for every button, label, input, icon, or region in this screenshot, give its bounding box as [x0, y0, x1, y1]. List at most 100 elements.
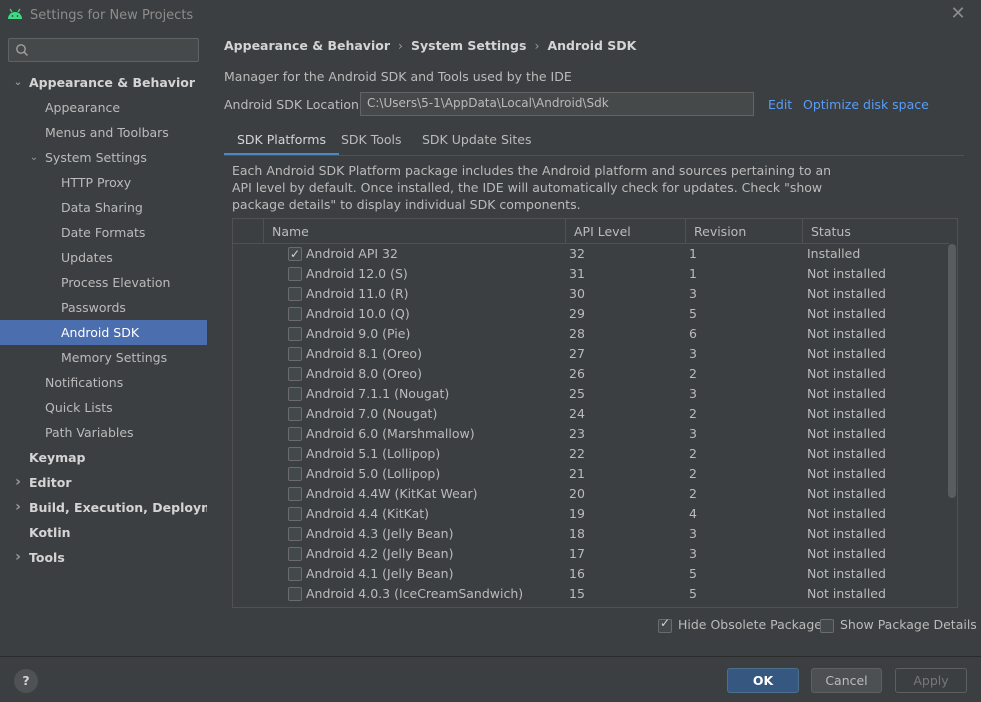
package-name-cell: Android 4.2 (Jelly Bean): [306, 546, 454, 561]
cancel-button[interactable]: Cancel: [811, 668, 882, 693]
sidebar-item[interactable]: Passwords: [0, 295, 207, 320]
table-row[interactable]: Android 4.0.3 (IceCreamSandwich) 15 5 Not i…: [233, 584, 949, 604]
package-checkbox[interactable]: [288, 467, 302, 481]
package-checkbox[interactable]: [288, 567, 302, 581]
table-row[interactable]: Android 11.0 (R) 30 3 Not installed: [233, 284, 949, 304]
column-header-api-level[interactable]: API Level: [565, 219, 685, 244]
package-checkbox[interactable]: [288, 487, 302, 501]
table-row[interactable]: Android 9.0 (Pie) 28 6 Not installed: [233, 324, 949, 344]
package-checkbox[interactable]: [288, 507, 302, 521]
table-row[interactable]: Android 4.4 (KitKat) 19 4 Not installed: [233, 504, 949, 524]
api-level-cell: 25: [569, 386, 585, 401]
tab-sdk-platforms[interactable]: SDK Platforms: [224, 126, 339, 156]
chevron-down-icon[interactable]: ⌄: [28, 145, 40, 170]
search-input[interactable]: [8, 38, 199, 62]
chevron-right-icon: ›: [534, 38, 540, 53]
sidebar-item[interactable]: Process Elevation: [0, 270, 207, 295]
breadcrumb: Appearance & Behavior › System Settings › An…: [224, 38, 636, 53]
revision-cell: 2: [689, 446, 697, 461]
package-checkbox[interactable]: [288, 347, 302, 361]
sidebar-item[interactable]: Keymap: [0, 445, 207, 470]
status-cell: Not installed: [807, 406, 886, 421]
sidebar-item[interactable]: HTTP Proxy: [0, 170, 207, 195]
table-row[interactable]: Android 5.0 (Lollipop) 21 2 Not installed: [233, 464, 949, 484]
column-header-name[interactable]: Name: [263, 219, 565, 244]
table-row[interactable]: Android 4.3 (Jelly Bean) 18 3 Not installed: [233, 524, 949, 544]
chevron-right-icon[interactable]: ›: [12, 495, 24, 520]
close-icon[interactable]: ✕: [948, 4, 968, 24]
tab-sdk-update-sites[interactable]: SDK Update Sites: [409, 126, 545, 156]
sdk-location-field[interactable]: C:\Users\5-1\AppData\Local\Android\Sdk: [360, 92, 754, 116]
package-checkbox[interactable]: [288, 527, 302, 541]
package-checkbox[interactable]: [288, 447, 302, 461]
table-row[interactable]: Android 5.1 (Lollipop) 22 2 Not installed: [233, 444, 949, 464]
chevron-down-icon[interactable]: ⌄: [12, 70, 24, 95]
package-checkbox[interactable]: [288, 367, 302, 381]
table-row[interactable]: Android 4.1 (Jelly Bean) 16 5 Not installed: [233, 564, 949, 584]
package-name-cell: Android 9.0 (Pie): [306, 326, 411, 341]
help-button[interactable]: ?: [14, 669, 38, 693]
package-checkbox[interactable]: [288, 427, 302, 441]
sdk-platforms-table: Name API Level Revision Status Android A…: [232, 218, 958, 608]
package-checkbox[interactable]: [288, 327, 302, 341]
sidebar-item[interactable]: ⌄ System Settings: [0, 145, 207, 170]
sidebar-item[interactable]: ⌄ Appearance & Behavior: [0, 70, 207, 95]
sidebar-item[interactable]: Android SDK: [0, 320, 207, 345]
package-checkbox[interactable]: [288, 244, 302, 264]
table-row[interactable]: Android 10.0 (Q) 29 5 Not installed: [233, 304, 949, 324]
sidebar-item[interactable]: Appearance: [0, 95, 207, 120]
chevron-right-icon[interactable]: ›: [12, 470, 24, 495]
table-row[interactable]: Android 6.0 (Marshmallow) 23 3 Not installe…: [233, 424, 949, 444]
sidebar-item[interactable]: Memory Settings: [0, 345, 207, 370]
sidebar-item[interactable]: Notifications: [0, 370, 207, 395]
package-checkbox[interactable]: [288, 547, 302, 561]
package-checkbox[interactable]: [288, 267, 302, 281]
sidebar-item[interactable]: Menus and Toolbars: [0, 120, 207, 145]
column-header-status[interactable]: Status: [802, 219, 949, 244]
ok-button[interactable]: OK: [727, 668, 799, 693]
package-checkbox[interactable]: [288, 387, 302, 401]
sidebar-item[interactable]: Date Formats: [0, 220, 207, 245]
table-scrollbar[interactable]: [948, 244, 956, 498]
package-checkbox[interactable]: [288, 587, 302, 601]
revision-cell: 3: [689, 386, 697, 401]
status-cell: Not installed: [807, 426, 886, 441]
sidebar-item[interactable]: Updates: [0, 245, 207, 270]
optimize-disk-space-link[interactable]: Optimize disk space: [803, 97, 929, 112]
revision-cell: 3: [689, 426, 697, 441]
tab-sdk-tools[interactable]: SDK Tools: [328, 126, 415, 156]
chevron-right-icon[interactable]: ›: [12, 545, 24, 570]
sidebar-item[interactable]: Data Sharing: [0, 195, 207, 220]
show-details-checkbox[interactable]: [820, 619, 834, 633]
table-row[interactable]: Android 7.0 (Nougat) 24 2 Not installed: [233, 404, 949, 424]
sidebar-item[interactable]: › Build, Execution, Deployment: [0, 495, 237, 520]
sidebar-item[interactable]: Path Variables: [0, 420, 207, 445]
table-row[interactable]: Android 8.0 (Oreo) 26 2 Not installed: [233, 364, 949, 384]
sidebar-item[interactable]: › Editor: [0, 470, 207, 495]
package-name-cell: Android 12.0 (S): [306, 266, 408, 281]
package-checkbox[interactable]: [288, 307, 302, 321]
sidebar-item[interactable]: Kotlin: [0, 520, 207, 545]
status-cell: Not installed: [807, 306, 886, 321]
table-row[interactable]: Android 4.4W (KitKat Wear) 20 2 Not install…: [233, 484, 949, 504]
status-cell: Not installed: [807, 346, 886, 361]
package-checkbox[interactable]: [288, 287, 302, 301]
edit-link[interactable]: Edit: [768, 97, 792, 112]
column-header-revision[interactable]: Revision: [685, 219, 802, 244]
table-row[interactable]: Android 4.2 (Jelly Bean) 17 3 Not installed: [233, 544, 949, 564]
table-row[interactable]: Android 8.1 (Oreo) 27 3 Not installed: [233, 344, 949, 364]
api-level-cell: 15: [569, 586, 585, 601]
table-body: Android API 32321InstalledAndroid 12.0 (…: [233, 244, 949, 604]
table-row[interactable]: Android 12.0 (S) 31 1 Not installed: [233, 264, 949, 284]
sidebar-item[interactable]: Quick Lists: [0, 395, 207, 420]
apply-button[interactable]: Apply: [895, 668, 967, 693]
status-cell: Not installed: [807, 566, 886, 581]
status-cell: Not installed: [807, 586, 886, 601]
table-row[interactable]: Android 7.1.1 (Nougat) 25 3 Not installed: [233, 384, 949, 404]
show-details-option[interactable]: Show Package Details: [820, 617, 977, 633]
sidebar-item[interactable]: › Tools: [0, 545, 207, 570]
hide-obsolete-checkbox[interactable]: [658, 616, 672, 633]
table-row[interactable]: Android API 32 32 1 Installed: [233, 244, 949, 264]
package-checkbox[interactable]: [288, 407, 302, 421]
hide-obsolete-option[interactable]: Hide Obsolete Packages: [658, 616, 828, 633]
